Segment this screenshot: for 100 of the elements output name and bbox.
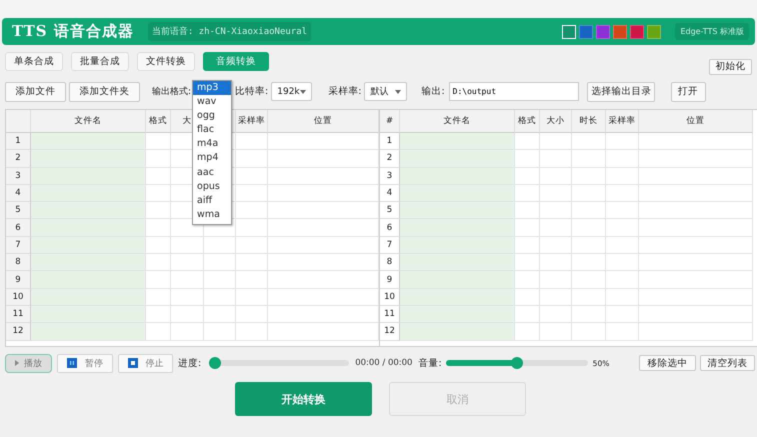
format-option[interactable]: wma [193,208,232,222]
table-cell [236,271,268,289]
app-title: TTS 语音合成器 [12,22,134,41]
tab[interactable]: 单条合成 [5,52,63,71]
play-icon [15,360,19,366]
table-cell [572,184,606,202]
table-cell [515,168,540,185]
format-option[interactable]: aiff [193,194,232,208]
slider-thumb[interactable] [510,357,523,369]
table-cell [606,236,639,254]
table-cell [540,133,572,150]
edition-badge: Edge-TTS 标准版 [675,23,749,40]
samplerate-select[interactable]: 默认 [364,82,408,101]
table-cell [540,288,572,306]
theme-swatch[interactable] [647,24,662,38]
column-header: 文件名 [400,110,515,133]
output-path-field[interactable]: D:\output [448,82,579,101]
table-cell [146,288,171,306]
format-option[interactable]: opus [193,180,232,194]
table-cell [204,236,236,254]
table-corner [6,110,31,133]
start-button[interactable]: 开始转换 [235,382,372,416]
table-cell [540,219,572,237]
row-header: 8 [6,254,31,272]
table-cell [572,168,606,185]
remove-selected-button[interactable]: 移除选中 [639,355,696,371]
table-cell [515,288,540,306]
table-cell [515,254,540,272]
table-cell [572,288,606,306]
table-cell [515,133,540,150]
format-option[interactable]: wav [193,94,232,109]
table-cell [171,306,204,324]
add-file-button[interactable]: 添加文件 [5,82,66,102]
clear-list-button[interactable]: 清空列表 [700,355,755,371]
time-display: 00:00 / 00:00 [355,358,412,368]
choose-dir-button[interactable]: 选择输出目录 [586,82,655,102]
theme-swatch[interactable] [596,24,610,38]
table-cell [146,236,171,254]
table-cell [236,168,268,185]
table-cell [146,254,171,272]
table-cell [236,219,268,237]
table-cell [236,288,268,306]
pause-button[interactable]: 暂停 [57,354,113,372]
table-cell [572,133,606,150]
table-cell [236,323,268,341]
table-cell [146,168,171,185]
table-cell [515,202,540,220]
column-header: 采样率 [606,110,639,133]
open-button[interactable]: 打开 [670,82,706,102]
table-cell [515,306,540,324]
table-cell [236,184,268,202]
row-header: 12 [380,323,400,341]
row-header: 6 [380,219,400,237]
row-header: 11 [380,306,400,324]
column-header: 格式 [515,110,540,133]
table-cell [606,254,639,272]
table-cell [540,184,572,202]
bitrate-select[interactable]: 192k [271,82,312,101]
row-header: 1 [6,133,31,150]
table-cell [606,271,639,289]
volume-slider[interactable] [446,357,588,369]
tab[interactable]: 批量合成 [71,52,129,71]
theme-swatch[interactable] [630,24,644,38]
row-header: 3 [6,168,31,185]
row-header: 3 [380,168,400,185]
table-cell [204,323,236,341]
table-cell [606,306,639,324]
table-cell [146,150,171,168]
theme-swatch[interactable] [613,24,628,38]
table-cell [606,202,639,220]
table-cell [515,219,540,237]
format-option[interactable]: m4a [193,137,232,152]
table-cell [171,271,204,289]
theme-swatch[interactable] [579,24,594,38]
add-folder-button[interactable]: 添加文件夹 [69,82,140,102]
table-cell [540,168,572,185]
table-cell [236,306,268,324]
table-cell [606,184,639,202]
samplerate-label: 采样率: [328,85,362,98]
table-cell [572,219,606,237]
row-header: 10 [380,288,400,306]
reset-button[interactable]: 初始化 [709,58,752,74]
column-header: 位置 [639,110,753,133]
table-cell [171,236,204,254]
column-header: 大小 [540,110,572,133]
column-header: 格式 [146,110,171,133]
table-cell [606,150,639,168]
theme-swatch[interactable] [562,24,576,38]
progress-slider[interactable] [209,357,350,369]
table-cell [540,271,572,289]
format-option[interactable]: mp4 [193,151,232,166]
stop-button[interactable]: 停止 [118,354,173,372]
table-cell [204,306,236,324]
slider-thumb[interactable] [209,357,222,369]
table-cell [515,150,540,168]
tab[interactable]: 文件转换 [137,52,195,71]
format-option[interactable]: mp3 [193,80,232,95]
format-option[interactable]: aac [193,166,232,180]
bitrate-label: 比特率: [235,85,268,98]
caret-icon [300,90,306,94]
